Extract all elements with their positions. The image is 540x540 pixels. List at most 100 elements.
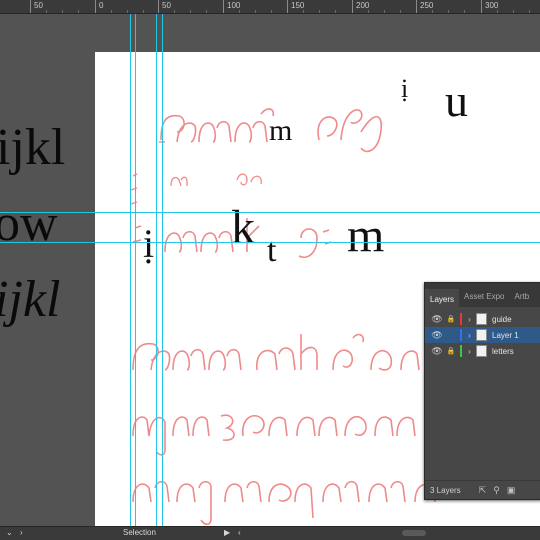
glyph-outline-group xyxy=(132,333,420,371)
horizontal-scrollbar-thumb[interactable] xyxy=(402,530,426,536)
horizontal-ruler[interactable]: 50 0 50 100 150 200 250 300 xyxy=(0,0,540,14)
layer-row-guide[interactable]: 👁 🔒 › guide xyxy=(425,311,540,327)
ruler-minor-tick xyxy=(448,10,449,13)
glyph-outline xyxy=(370,349,393,371)
ruler-tick: 150 xyxy=(287,0,304,13)
letter-t[interactable]: t xyxy=(267,232,276,270)
vertical-guide[interactable] xyxy=(162,14,163,526)
glyph-outline xyxy=(132,480,170,503)
glyph-outline xyxy=(172,416,210,437)
ruler-label: 0 xyxy=(99,1,104,10)
ruler-minor-tick xyxy=(206,10,207,13)
layer-row-letters[interactable]: 👁 🔒 › letters xyxy=(425,343,540,359)
new-layer-icon[interactable]: ▣ xyxy=(507,485,516,496)
ruler-minor-tick xyxy=(127,10,128,13)
ruler-label: 250 xyxy=(420,1,434,10)
horizontal-guide[interactable] xyxy=(0,212,540,213)
specimen-text-upright[interactable]: ijkl xyxy=(0,118,65,177)
eye-icon[interactable]: 👁 xyxy=(431,346,443,357)
glyph-outline xyxy=(300,334,318,370)
ruler-minor-tick xyxy=(190,10,191,13)
layer-name[interactable]: Layer 1 xyxy=(492,331,519,340)
glyph-outline xyxy=(172,348,206,371)
ruler-tick: 100 xyxy=(223,0,240,13)
chevron-down-icon[interactable]: ⌄ xyxy=(6,528,13,537)
chevron-right-icon[interactable]: › xyxy=(465,347,474,356)
glyph-row-2[interactable] xyxy=(129,392,429,463)
glyph-outline xyxy=(130,173,138,205)
ruler-tick: 50 xyxy=(158,0,171,13)
tab-asset-export[interactable]: Asset Expo xyxy=(459,292,509,307)
current-tool-label[interactable]: Selection xyxy=(123,528,156,537)
letter-m-small[interactable]: m xyxy=(269,114,292,148)
glyph-row-3[interactable] xyxy=(129,462,449,526)
layer-name[interactable]: letters xyxy=(492,347,514,356)
ruler-label: 300 xyxy=(485,1,499,10)
glyph-outline xyxy=(132,342,171,371)
specimen-text-italic[interactable]: ijkl xyxy=(0,270,60,329)
glyph-outline xyxy=(236,173,262,186)
ruler-minor-tick xyxy=(303,10,304,13)
letter-k[interactable]: k xyxy=(231,200,255,255)
ruler-minor-tick xyxy=(46,10,47,13)
ruler-minor-tick xyxy=(174,10,175,13)
layer-color-swatch xyxy=(460,313,462,325)
ruler-minor-tick xyxy=(255,10,256,13)
layer-row-layer-1[interactable]: 👁 › Layer 1 xyxy=(425,327,540,343)
tab-layers[interactable]: Layers xyxy=(425,289,460,307)
layers-panel[interactable]: Layers Asset Expo Artb 👁 🔒 › guide 👁 › L… xyxy=(424,282,540,500)
glyph-outline xyxy=(400,350,420,371)
chevron-right-icon[interactable]: › xyxy=(20,528,23,537)
ruler-label: 200 xyxy=(356,1,370,10)
ruler-minor-tick xyxy=(497,10,498,13)
bracket-glyph-2[interactable]: ị xyxy=(143,220,154,267)
eye-icon[interactable]: 👁 xyxy=(431,330,443,341)
panel-tab-bar: Layers Asset Expo Artb xyxy=(425,283,540,307)
glyph-outline xyxy=(268,483,314,519)
ruler-minor-tick xyxy=(464,10,465,13)
lock-icon[interactable]: 🔒 xyxy=(446,315,456,323)
canvas-pasteboard[interactable]: ijkl ow ijkl m ị u ị k t m Layers Asset … xyxy=(0,14,540,526)
layer-name[interactable]: guide xyxy=(492,315,512,324)
glyph-outline xyxy=(176,480,212,526)
search-icon[interactable]: ⚲ xyxy=(493,485,500,496)
eye-icon[interactable]: 👁 xyxy=(431,314,443,325)
letter-m-large[interactable]: m xyxy=(347,208,384,263)
glyph-outline xyxy=(220,414,235,441)
glyph-outline xyxy=(224,480,262,503)
chevron-right-icon[interactable]: › xyxy=(465,315,474,324)
ruler-minor-tick xyxy=(335,10,336,13)
ruler-label: 150 xyxy=(291,1,305,10)
lock-icon[interactable]: 🔒 xyxy=(446,347,456,355)
horizontal-guide[interactable] xyxy=(0,242,540,243)
ruler-minor-tick xyxy=(368,10,369,13)
ruler-minor-tick xyxy=(513,10,514,13)
vertical-guide[interactable] xyxy=(135,14,136,526)
letter-u[interactable]: u xyxy=(445,74,468,127)
glyph-outline xyxy=(208,348,242,371)
ruler-tick: 300 xyxy=(481,0,498,13)
export-icon[interactable]: ⇱ xyxy=(479,485,487,496)
layer-thumbnail xyxy=(476,345,487,357)
layers-panel-footer: 3 Layers ⇱ ⚲ ▣ xyxy=(425,480,540,499)
chevron-right-icon[interactable]: › xyxy=(465,331,474,340)
play-icon[interactable]: ▶ xyxy=(224,528,230,537)
specimen-text-upright-2[interactable]: ow xyxy=(0,194,58,253)
glyph-outline xyxy=(344,415,367,437)
status-bar: ⌄ › Selection ▶ ‹ xyxy=(0,526,540,540)
glyph-outline xyxy=(198,120,232,143)
ruler-label: 50 xyxy=(34,1,43,10)
vertical-guide[interactable] xyxy=(156,14,157,526)
ruler-label: 50 xyxy=(162,1,171,10)
ruler-minor-tick xyxy=(111,10,112,13)
bracket-glyph[interactable]: ị xyxy=(401,74,408,104)
glyph-outline xyxy=(234,120,268,143)
ruler-tick: 250 xyxy=(416,0,433,13)
vertical-guide[interactable] xyxy=(130,14,131,526)
layer-color-swatch xyxy=(460,345,462,357)
tab-artboards[interactable]: Artb xyxy=(509,292,534,307)
ruler-minor-tick xyxy=(239,10,240,13)
glyph-outline-group xyxy=(132,414,416,456)
chevron-left-icon[interactable]: ‹ xyxy=(238,528,241,537)
glyph-row-1[interactable] xyxy=(129,324,429,389)
